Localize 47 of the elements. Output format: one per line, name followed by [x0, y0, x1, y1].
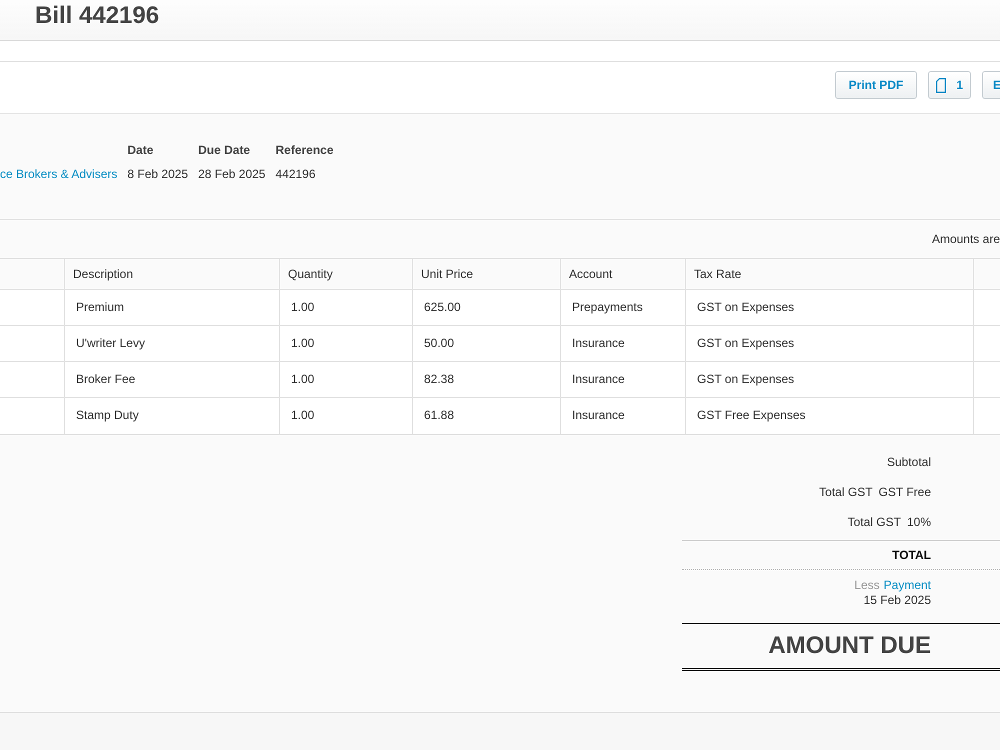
table-cell: Insurance — [561, 398, 686, 434]
table-cell: GST on Expenses — [686, 362, 974, 398]
table-cell: Premium — [65, 290, 280, 326]
field-label: Reference — [275, 143, 334, 157]
amounts-note: Amounts are — [932, 232, 1000, 246]
table-cell: GST on Expenses — [686, 326, 974, 362]
table-cell: U'writer Levy — [65, 326, 280, 362]
table-cell: 82.38 — [413, 362, 561, 398]
table-cell: GST on Expenses — [686, 290, 974, 326]
table-cell: 625.00 — [413, 290, 561, 326]
tax-label: Total GST — [848, 515, 901, 529]
table-cell: Stamp Duty — [65, 398, 280, 434]
table-cell: GST Free Expenses — [686, 398, 974, 434]
table-cell: 1.00 — [280, 290, 413, 326]
table-cell: 1.00 — [280, 398, 413, 434]
total-label: TOTAL — [892, 548, 931, 562]
payment-link[interactable]: Payment — [884, 578, 931, 592]
attachments-button[interactable]: 1 — [928, 71, 971, 99]
table-cell: Insurance — [561, 326, 686, 362]
document-icon — [936, 78, 946, 92]
column-header: Description — [65, 259, 280, 290]
table-cell: Prepayments — [561, 290, 686, 326]
column-header: Tax Rate — [686, 259, 974, 290]
table-cell: 61.88 — [413, 398, 561, 434]
field-label: Due Date — [198, 143, 252, 157]
payment-date: 15 Feb 2025 — [864, 593, 931, 607]
field-value: 442196 — [275, 167, 317, 181]
field-value: 8 Feb 2025 — [127, 167, 188, 181]
tax-rate: GST Free — [878, 485, 931, 499]
tax-rate: 10% — [906, 515, 931, 529]
tax-label: Total GST — [819, 485, 873, 499]
table-cell: 1.00 — [280, 326, 413, 362]
page-title: Bill 442196 — [35, 1, 160, 31]
column-header: Unit Price — [413, 259, 561, 290]
table-cell: Broker Fee — [65, 362, 280, 398]
column-header: Account — [561, 259, 686, 290]
column-header: Quantity — [280, 259, 413, 290]
amount-due-label: AMOUNT DUE — [768, 632, 931, 659]
table-cell: 1.00 — [280, 362, 413, 398]
print-pdf-button[interactable]: Print PDF — [834, 71, 918, 99]
table-cell: Insurance — [561, 362, 686, 398]
subtotal-label: Subtotal — [886, 455, 931, 469]
field-value: 28 Feb 2025 — [198, 167, 266, 181]
field-label: Date — [127, 143, 154, 157]
contact-link[interactable]: ce Brokers & Advisers — [0, 167, 118, 181]
table-cell: 50.00 — [413, 326, 561, 362]
less-label: Less — [854, 578, 880, 592]
